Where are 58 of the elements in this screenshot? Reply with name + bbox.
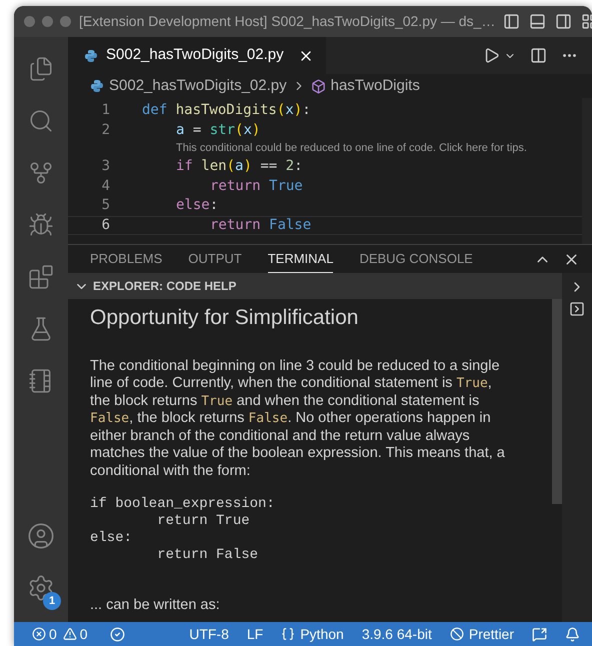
source-control-icon[interactable] <box>28 160 54 186</box>
split-editor-icon[interactable] <box>530 47 547 64</box>
line-number: 4 <box>100 176 110 196</box>
notifications-icon[interactable] <box>565 626 580 642</box>
symbol-cube-icon <box>310 78 326 94</box>
status-item[interactable]: UTF-8 <box>189 624 229 644</box>
account-icon[interactable] <box>27 522 55 550</box>
help-heading: Opportunity for Simplification <box>90 305 360 331</box>
code-line: if len(a) == 2: <box>176 157 302 176</box>
breadcrumb-item[interactable]: hasTwoDigits <box>330 74 420 98</box>
code-line: a = str(x) <box>176 120 260 140</box>
code-line: return False <box>210 216 312 235</box>
run-icon[interactable] <box>483 47 500 64</box>
status-item[interactable]: Python <box>300 624 344 644</box>
code-lens-hint[interactable]: This conditional could be reduced to one line of code. Click here for tips. <box>176 140 527 157</box>
error-icon[interactable] <box>32 627 46 641</box>
code-line: def hasTwoDigits(x): <box>142 101 311 120</box>
code-line: else: <box>176 196 218 216</box>
error-count[interactable]: 0 <box>49 624 57 644</box>
search-icon[interactable] <box>28 108 54 134</box>
warning-count[interactable]: 0 <box>80 624 88 644</box>
editor-tab[interactable]: S002_hasTwoDigits_02.py <box>68 37 326 74</box>
settings-icon[interactable] <box>27 574 55 602</box>
terminal-icon[interactable] <box>569 301 585 317</box>
feedback-icon[interactable] <box>532 626 547 642</box>
line-number: 5 <box>100 196 110 216</box>
help-paragraph: The conditional beginning on line 3 could be reduced to a single line of code. Currently, when the conditional statement is True, the block returns True and when the conditional statement is False, the block returns False. No other operations happen in either branch of the conditional and the return value always matches the value of the boolean expression. This means that, a conditional with the form: <box>90 358 506 480</box>
window-title: [Extension Development Host] S002_hasTwoDigits_02.py — ds_… <box>79 12 496 31</box>
code-line: return True <box>210 176 303 196</box>
code-example: if boolean_expression: return True else: return False <box>90 496 276 564</box>
panel-bottom-icon[interactable] <box>529 13 546 30</box>
warning-icon[interactable] <box>62 627 77 641</box>
notification-badge: 1 <box>43 592 61 610</box>
line-number: 2 <box>100 120 110 140</box>
check-icon[interactable] <box>110 626 125 642</box>
status-item[interactable]: 3.9.6 64-bit <box>362 624 432 644</box>
help-paragraph: ... can be written as: <box>90 596 221 615</box>
panel-left-icon[interactable] <box>503 13 520 30</box>
scrollbar[interactable] <box>552 299 562 504</box>
extensions-icon[interactable] <box>28 264 54 290</box>
run-debug-icon[interactable] <box>28 212 54 238</box>
status-item[interactable]: LF <box>246 624 264 644</box>
line-number: 6 <box>100 216 110 235</box>
panel-right-icon[interactable] <box>555 13 572 30</box>
python-file-icon <box>90 79 104 93</box>
section-header[interactable]: EXPLORER: CODE HELP <box>68 273 562 299</box>
files-icon[interactable] <box>28 56 54 82</box>
status-item[interactable]: Prettier <box>468 624 514 644</box>
panel-tab[interactable]: PROBLEMS <box>90 245 162 273</box>
code-editor[interactable]: 1 def hasTwoDigits(x): 2 a = str(x) This conditional could be reduced to one line of code. Click here for tips. 3 if len(a) == 2: 4 return True 5 else: 6 return False <box>68 98 592 244</box>
line-number: 1 <box>100 101 110 120</box>
python-file-icon <box>84 48 98 62</box>
panel-tab[interactable]: DEBUG CONSOLE <box>359 245 473 273</box>
braces-icon[interactable] <box>281 627 296 641</box>
prohibited-icon[interactable] <box>450 627 464 641</box>
panel-tab[interactable]: OUTPUT <box>188 245 242 273</box>
breadcrumb-item[interactable]: S002_hasTwoDigits_02.py <box>109 74 287 98</box>
line-number: 3 <box>100 157 110 176</box>
